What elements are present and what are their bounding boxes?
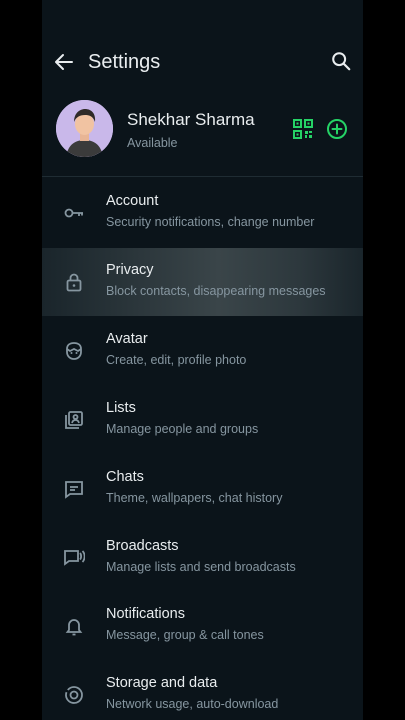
- bell-icon: [63, 615, 85, 637]
- settings-item-lists[interactable]: Lists Manage people and groups: [42, 386, 363, 454]
- item-title: Avatar: [106, 331, 148, 347]
- settings-item-avatar[interactable]: Avatar Create, edit, profile photo: [42, 317, 363, 385]
- item-subtitle: Manage lists and send broadcasts: [106, 560, 296, 574]
- chat-icon: [63, 478, 85, 500]
- settings-item-storage[interactable]: Storage and data Network usage, auto-dow…: [42, 661, 363, 720]
- item-subtitle: Manage people and groups: [106, 422, 259, 436]
- storage-icon: [63, 684, 85, 706]
- settings-item-account[interactable]: Account Security notifications, change n…: [42, 179, 363, 247]
- item-subtitle: Block contacts, disappearing messages: [106, 284, 326, 298]
- item-title: Notifications: [106, 606, 185, 622]
- item-title: Chats: [106, 469, 144, 485]
- settings-screen: Settings Shekhar Sharma Available Accoun…: [42, 0, 363, 720]
- search-icon[interactable]: [330, 50, 352, 72]
- item-subtitle: Message, group & call tones: [106, 628, 264, 642]
- key-icon: [63, 202, 85, 224]
- profile-status: Available: [127, 136, 178, 150]
- avatar-face-icon: [63, 340, 85, 362]
- lists-icon: [63, 409, 85, 431]
- item-subtitle: Theme, wallpapers, chat history: [106, 491, 283, 505]
- add-icon[interactable]: [326, 118, 348, 140]
- broadcast-icon: [63, 547, 85, 569]
- settings-item-notifications[interactable]: Notifications Message, group & call tone…: [42, 592, 363, 660]
- item-title: Broadcasts: [106, 538, 179, 554]
- settings-item-chats[interactable]: Chats Theme, wallpapers, chat history: [42, 455, 363, 523]
- profile-row[interactable]: Shekhar Sharma Available: [42, 90, 363, 176]
- qr-code-icon[interactable]: [292, 118, 314, 140]
- profile-name: Shekhar Sharma: [127, 110, 255, 129]
- item-title: Account: [106, 193, 159, 209]
- item-title: Privacy: [106, 262, 154, 278]
- item-title: Lists: [106, 400, 136, 416]
- item-subtitle: Security notifications, change number: [106, 215, 315, 229]
- item-subtitle: Create, edit, profile photo: [106, 353, 247, 367]
- avatar[interactable]: [56, 100, 113, 157]
- lock-icon: [63, 271, 85, 293]
- page-title: Settings: [88, 51, 161, 73]
- divider: [42, 176, 363, 177]
- settings-item-broadcasts[interactable]: Broadcasts Manage lists and send broadca…: [42, 524, 363, 592]
- item-subtitle: Network usage, auto-download: [106, 697, 279, 711]
- settings-item-privacy[interactable]: Privacy Block contacts, disappearing mes…: [42, 248, 363, 316]
- back-arrow-icon[interactable]: [52, 50, 76, 74]
- item-title: Storage and data: [106, 675, 218, 691]
- top-app-bar: Settings: [42, 0, 363, 90]
